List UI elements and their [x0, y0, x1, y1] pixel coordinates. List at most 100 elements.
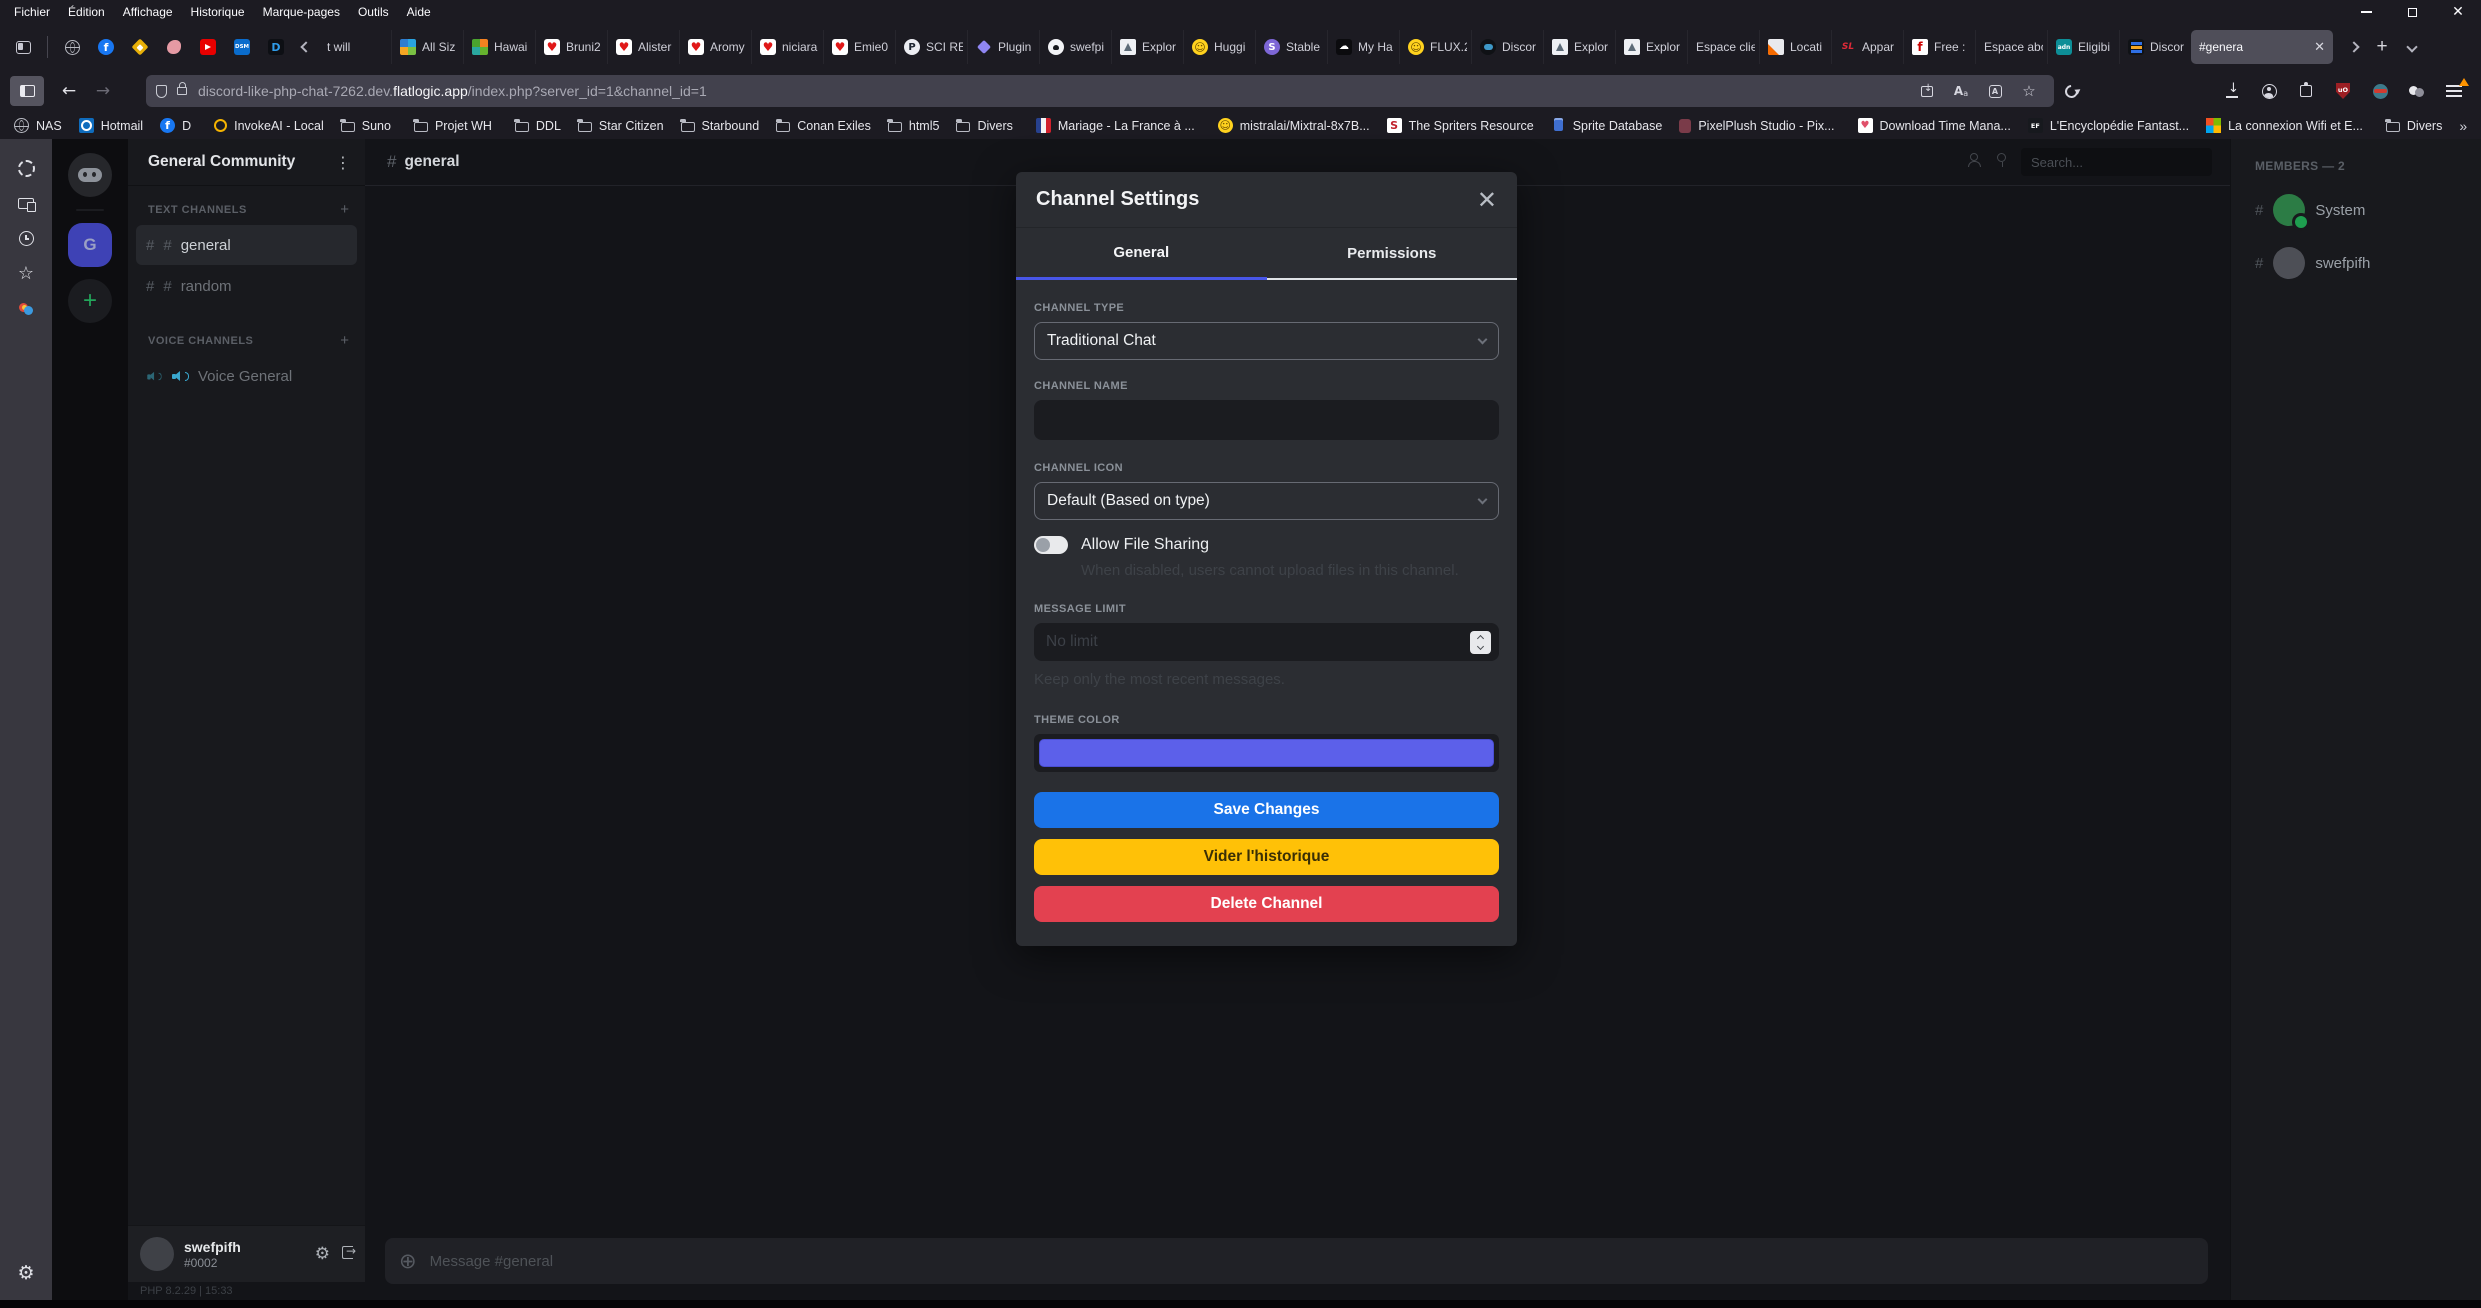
members-toggle-button[interactable]	[1968, 153, 1983, 171]
downloads-button[interactable]	[2215, 76, 2249, 106]
tab-close-icon[interactable]: ✕	[2310, 40, 2329, 55]
attach-icon[interactable]: ⊕	[399, 1249, 417, 1273]
close-button[interactable]: ✕	[2435, 0, 2481, 24]
sidebar-settings-button[interactable]	[8, 1255, 44, 1290]
bookmark-star-button[interactable]	[2014, 78, 2044, 104]
browser-tab[interactable]: Appar	[1831, 30, 1903, 64]
bookmark-item[interactable]: Download Time Mana...	[1858, 118, 2011, 133]
message-limit-input[interactable]	[1034, 623, 1499, 661]
back-button[interactable]: ←	[52, 76, 86, 106]
pinned-tab[interactable]	[55, 31, 89, 63]
browser-tab[interactable]: Espace abo	[1975, 30, 2047, 64]
menu-edition[interactable]: Édition	[68, 5, 105, 19]
delete-channel-button[interactable]: Delete Channel	[1034, 886, 1499, 922]
member-row[interactable]: # System	[2255, 194, 2481, 226]
browser-tab[interactable]: FLUX.2	[1399, 30, 1471, 64]
theme-color-picker[interactable]	[1039, 739, 1494, 767]
save-changes-button[interactable]: Save Changes	[1034, 792, 1499, 828]
tab-general[interactable]: General	[1016, 228, 1267, 280]
save-page-button[interactable]	[1912, 78, 1942, 104]
browser-tab[interactable]: Discor	[1471, 30, 1543, 64]
history-button[interactable]	[8, 221, 44, 256]
bookmark-folder[interactable]: Divers	[956, 119, 1012, 133]
browser-tab[interactable]: SCI RE	[895, 30, 967, 64]
translate-button[interactable]	[1946, 78, 1976, 104]
pinned-tab[interactable]	[225, 31, 259, 63]
discord-home-button[interactable]	[68, 153, 112, 197]
browser-tab[interactable]: Locati	[1759, 30, 1831, 64]
account-button[interactable]	[2252, 76, 2286, 106]
active-browser-tab[interactable]: #genera✕	[2191, 30, 2333, 64]
bookmark-folder[interactable]: Conan Exiles	[776, 119, 871, 133]
logout-button[interactable]	[342, 1244, 353, 1264]
bookmark-item[interactable]: NAS	[14, 118, 62, 133]
browser-tab[interactable]: Free :	[1903, 30, 1975, 64]
browser-tab[interactable]: swefpi	[1039, 30, 1111, 64]
bookmark-item[interactable]: Mariage - La France à ...	[1036, 118, 1195, 133]
bookmark-folder[interactable]: Starbound	[681, 119, 760, 133]
pinned-tab[interactable]	[89, 31, 123, 63]
synced-tabs-button[interactable]	[8, 186, 44, 221]
server-menu-icon[interactable]: ⋮	[335, 153, 351, 172]
tab-permissions[interactable]: Permissions	[1267, 228, 1518, 280]
lock-icon[interactable]	[177, 87, 187, 95]
list-tabs-button[interactable]	[2397, 31, 2427, 63]
bookmark-folder[interactable]: DDL	[515, 119, 561, 133]
menu-affichage[interactable]: Affichage	[123, 5, 173, 19]
bookmark-item[interactable]: Hotmail	[79, 118, 143, 133]
browser-tab[interactable]: Plugin	[967, 30, 1039, 64]
clear-history-button[interactable]: Vider l'historique	[1034, 839, 1499, 875]
firefox-view-button[interactable]	[6, 31, 40, 63]
channel-item-random[interactable]: # # random	[136, 266, 357, 306]
bookmark-item[interactable]: The Spriters Resource	[1387, 118, 1534, 133]
browser-tab[interactable]: All Siz	[391, 30, 463, 64]
reader-mode-button[interactable]	[1980, 78, 2010, 104]
search-input[interactable]	[2021, 148, 2212, 176]
browser-tab[interactable]: Explor	[1543, 30, 1615, 64]
bookmark-item[interactable]: D	[160, 118, 191, 133]
browser-tab[interactable]: Alister	[607, 30, 679, 64]
number-spinner[interactable]	[1470, 631, 1491, 654]
browser-tab[interactable]: Explor	[1111, 30, 1183, 64]
bookmarks-overflow-button[interactable]: »	[2459, 118, 2467, 134]
channel-item-general[interactable]: # # general	[136, 225, 357, 265]
menu-aide[interactable]: Aide	[407, 5, 431, 19]
minimize-button[interactable]	[2343, 0, 2389, 24]
server-icon-general-community[interactable]: G	[68, 223, 112, 267]
bookmark-folder[interactable]: Divers	[2386, 119, 2442, 133]
browser-tab[interactable]: Huggi	[1183, 30, 1255, 64]
server-header[interactable]: General Community ⋮	[128, 139, 365, 186]
menu-historique[interactable]: Historique	[191, 5, 245, 19]
message-input[interactable]	[430, 1253, 2194, 1270]
browser-tab[interactable]: Discor	[2119, 30, 2191, 64]
add-voice-channel-button[interactable]: +	[340, 332, 349, 349]
url-bar[interactable]: discord-like-php-chat-7262.dev.flatlogic…	[146, 75, 2054, 107]
scroll-tabs-right-button[interactable]	[2341, 31, 2367, 63]
extensions-button[interactable]	[2289, 76, 2323, 106]
pinned-tab[interactable]	[157, 31, 191, 63]
browser-tab[interactable]: Bruni2	[535, 30, 607, 64]
menu-outils[interactable]: Outils	[358, 5, 389, 19]
browser-tab[interactable]: Emie0	[823, 30, 895, 64]
modal-close-button[interactable]: ✕	[1477, 188, 1497, 212]
bookmark-folder[interactable]: Suno	[341, 119, 391, 133]
extension-sidebar-button[interactable]	[8, 291, 44, 326]
forward-button[interactable]: →	[86, 76, 120, 106]
browser-tab[interactable]: Explor	[1615, 30, 1687, 64]
sidebar-toggle-button[interactable]	[10, 76, 44, 106]
browser-tab[interactable]: niciara	[751, 30, 823, 64]
ai-chatbot-button[interactable]	[8, 151, 44, 186]
browser-tab[interactable]: Eligibi	[2047, 30, 2119, 64]
browser-tab[interactable]: Aromy	[679, 30, 751, 64]
app-menu-button[interactable]	[2437, 76, 2471, 106]
browser-tab[interactable]: t will	[319, 30, 391, 64]
bookmark-folder[interactable]: Projet WH	[414, 119, 492, 133]
new-tab-button[interactable]: +	[2367, 31, 2397, 63]
pinned-tab[interactable]	[259, 31, 293, 63]
reload-button[interactable]	[2054, 76, 2088, 106]
extension-button[interactable]	[2400, 76, 2434, 106]
add-server-button[interactable]: +	[68, 279, 112, 323]
channel-icon-select[interactable]: Default (Based on type)	[1034, 482, 1499, 520]
bookmark-item[interactable]: InvokeAI - Local	[214, 119, 324, 133]
pinned-tab[interactable]	[123, 31, 157, 63]
